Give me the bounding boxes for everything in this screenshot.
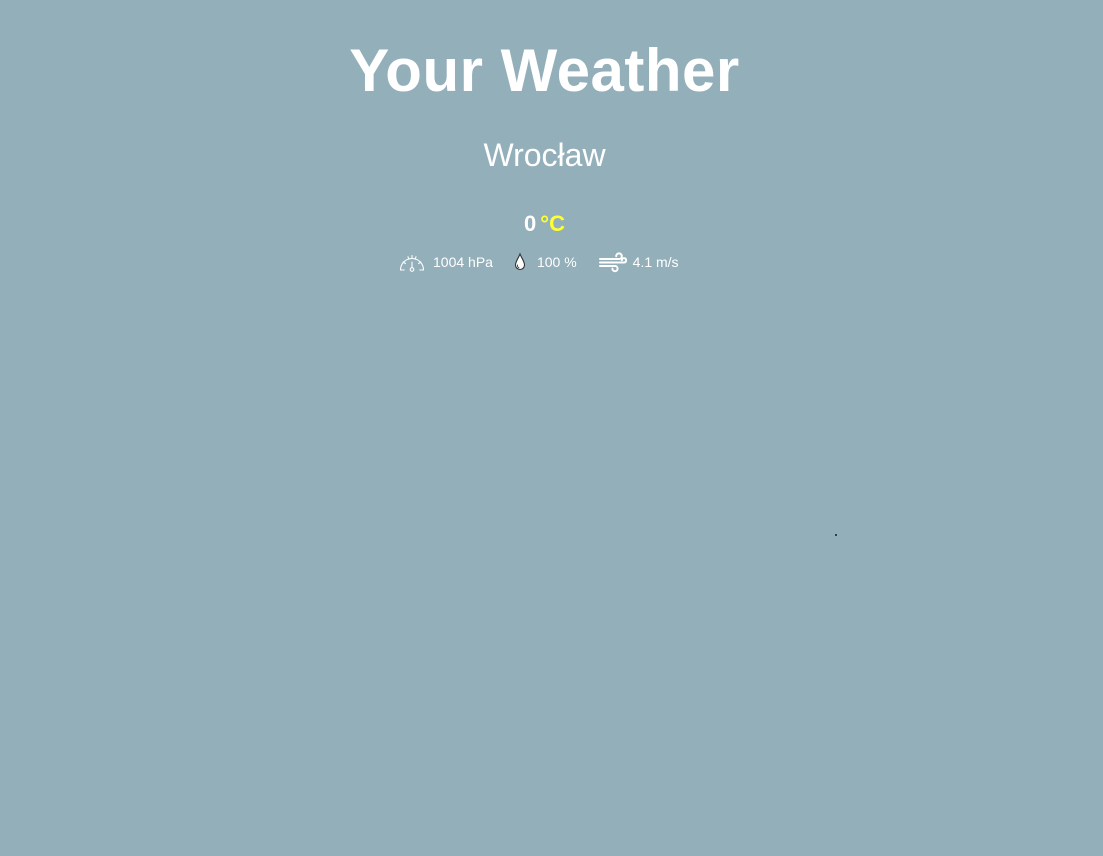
city-name: Wrocław (483, 137, 606, 173)
weather-stats: 1004 hPa 100 % 4.1 m/s (398, 251, 679, 273)
pressure-stat: 1004 hPa (398, 251, 493, 273)
temperature-unit: °C (540, 211, 565, 236)
gauge-icon (398, 251, 426, 273)
temperature-value: 0 (524, 211, 537, 236)
water-drop-icon (513, 252, 527, 272)
humidity-stat: 100 % (513, 252, 577, 272)
wind-stat: 4.1 m/s (598, 251, 679, 273)
weather-app: Your Weather Wrocław 0 °C 1004 hPa 100 %… (0, 0, 1089, 856)
app-title: Your Weather (349, 37, 740, 104)
mouse-cursor (835, 534, 837, 536)
humidity-value: 100 % (536, 254, 577, 270)
pressure-value: 1004 hPa (433, 254, 493, 270)
wind-icon (598, 251, 627, 273)
temperature-display: 0 °C (0, 211, 1089, 237)
wind-value: 4.1 m/s (632, 254, 679, 270)
